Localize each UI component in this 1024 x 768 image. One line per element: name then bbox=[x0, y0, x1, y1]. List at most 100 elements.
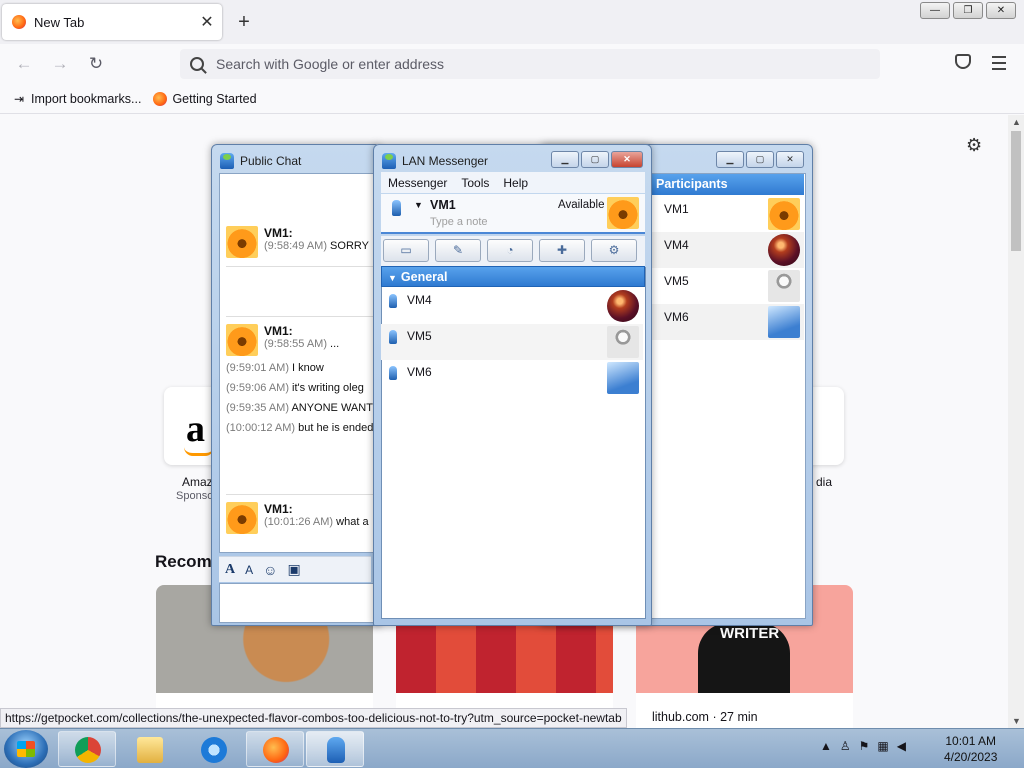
avatar bbox=[226, 324, 258, 356]
message-time: (9:59:06 AM) bbox=[226, 382, 289, 394]
gear-icon[interactable]: ⚙ bbox=[966, 135, 982, 156]
chat-history[interactable]: VM1: (9:58:49 AM) SORRY VM1: (9:58:55 AM… bbox=[219, 173, 382, 553]
chat-input[interactable] bbox=[219, 583, 382, 623]
add-contact-button-icon[interactable]: ✚ bbox=[539, 239, 585, 262]
new-tab-button[interactable]: + bbox=[232, 10, 256, 34]
back-button[interactable]: ← bbox=[12, 52, 36, 76]
tab-new-tab[interactable]: New Tab ✕ bbox=[2, 4, 222, 40]
avatar[interactable] bbox=[607, 197, 639, 229]
minimize-button[interactable]: ▁ bbox=[551, 151, 579, 168]
status-url: https://getpocket.com/collections/the-un… bbox=[0, 708, 627, 728]
volume-icon[interactable]: ◀ bbox=[897, 739, 906, 753]
message-time: (9:58:55 AM) bbox=[264, 338, 327, 350]
contact-item[interactable]: VM4 bbox=[381, 288, 643, 324]
bookmark-import[interactable]: ⇥ Import bookmarks... bbox=[12, 92, 141, 106]
contact-status-icon bbox=[389, 330, 397, 344]
restore-button[interactable]: ❐ bbox=[953, 2, 983, 19]
contact-item[interactable]: VM5 bbox=[381, 324, 643, 360]
menu-tools[interactable]: Tools bbox=[454, 176, 496, 190]
folder-icon bbox=[137, 737, 163, 763]
status-dropdown-icon[interactable]: ▼ bbox=[414, 200, 423, 210]
note-input[interactable]: Type a note bbox=[430, 216, 604, 231]
reload-button[interactable]: ↻ bbox=[84, 52, 108, 76]
taskbar-explorer[interactable] bbox=[120, 731, 178, 767]
lan-messenger-title: LAN Messenger bbox=[382, 153, 488, 169]
participant-item[interactable]: VM5 bbox=[652, 268, 804, 304]
user-status-icon[interactable] bbox=[392, 200, 401, 216]
system-tray: ▲ ♙ ⚑ ▦ ◀ bbox=[820, 739, 906, 753]
save-icon[interactable]: ▣ bbox=[287, 561, 300, 578]
lan-messenger-icon bbox=[382, 153, 396, 169]
message-text: ANYONE WANT bbox=[291, 402, 373, 414]
chat-message: VM1: (9:58:49 AM) SORRY bbox=[226, 226, 369, 258]
close-button[interactable]: ✕ bbox=[611, 151, 643, 168]
broadcast-button-icon[interactable]: ◔ bbox=[487, 239, 533, 262]
scroll-up-icon[interactable]: ▲ bbox=[1012, 117, 1021, 127]
chat-message: (10:00:12 AM) but he is ended bbox=[226, 422, 373, 434]
menu-messenger[interactable]: Messenger bbox=[381, 176, 454, 190]
show-hidden-icons[interactable]: ▲ bbox=[820, 739, 832, 753]
bookmark-getting-started[interactable]: Getting Started bbox=[153, 91, 257, 106]
forward-button[interactable]: → bbox=[48, 52, 72, 76]
firefox-icon bbox=[153, 91, 168, 106]
participant-name: VM4 bbox=[664, 238, 689, 252]
firefox-icon bbox=[12, 15, 26, 29]
user-panel: ▼ VM1 Available Type a note bbox=[381, 194, 645, 234]
font-color-icon[interactable]: A bbox=[245, 563, 253, 577]
message-time: (9:59:35 AM) bbox=[226, 402, 289, 414]
group-header[interactable]: ▼ General bbox=[381, 266, 645, 287]
file-button-icon[interactable]: ✎ bbox=[435, 239, 481, 262]
close-button[interactable]: ✕ bbox=[986, 2, 1016, 19]
bookmark-label: Getting Started bbox=[172, 91, 257, 106]
tab-title: New Tab bbox=[34, 14, 85, 30]
action-center-icon[interactable]: ⚑ bbox=[859, 739, 870, 753]
avatar bbox=[607, 362, 639, 394]
message-sender: VM1: bbox=[264, 502, 293, 516]
font-icon[interactable]: A bbox=[225, 562, 235, 578]
contact-status-icon bbox=[389, 366, 397, 380]
tab-close-button[interactable]: ✕ bbox=[196, 12, 218, 32]
close-button[interactable]: ✕ bbox=[776, 151, 804, 168]
contact-name: VM4 bbox=[407, 293, 432, 307]
taskbar-chrome[interactable] bbox=[58, 731, 116, 767]
start-button[interactable] bbox=[4, 730, 48, 768]
lan-messenger-tray-icon[interactable]: ♙ bbox=[840, 739, 851, 753]
taskbar-ie[interactable] bbox=[184, 731, 242, 767]
participant-item[interactable]: VM4 bbox=[652, 232, 804, 268]
firefox-icon bbox=[263, 737, 289, 763]
settings-button-icon[interactable]: ⚙ bbox=[591, 239, 637, 262]
address-bar[interactable]: Search with Google or enter address bbox=[180, 49, 880, 79]
scroll-down-icon[interactable]: ▼ bbox=[1012, 716, 1021, 726]
avatar bbox=[607, 290, 639, 322]
chat-button-icon[interactable]: ▭ bbox=[383, 239, 429, 262]
user-status[interactable]: Available bbox=[558, 199, 604, 211]
pocket-icon[interactable] bbox=[955, 54, 971, 69]
page-scrollbar[interactable]: ▲ ▼ bbox=[1008, 115, 1024, 728]
internet-explorer-icon bbox=[201, 737, 227, 763]
search-icon bbox=[190, 57, 204, 71]
bookmark-label: Import bookmarks... bbox=[31, 91, 142, 106]
contact-item[interactable]: VM6 bbox=[381, 360, 643, 396]
participant-name: VM1 bbox=[664, 202, 689, 216]
avatar bbox=[768, 234, 800, 266]
taskbar-firefox[interactable] bbox=[246, 731, 304, 767]
taskbar-lan-messenger[interactable] bbox=[306, 731, 364, 767]
chat-message: (9:59:01 AM) I know bbox=[226, 362, 324, 374]
minimize-button[interactable]: — bbox=[920, 2, 950, 19]
scroll-thumb[interactable] bbox=[1011, 131, 1021, 251]
hamburger-menu-icon[interactable] bbox=[992, 56, 1006, 74]
maximize-button[interactable]: ▢ bbox=[746, 151, 774, 168]
smiley-icon[interactable]: ☺ bbox=[263, 562, 277, 578]
minimize-button[interactable]: ▁ bbox=[716, 151, 744, 168]
maximize-button[interactable]: ▢ bbox=[581, 151, 609, 168]
network-icon[interactable]: ▦ bbox=[877, 739, 888, 753]
avatar bbox=[226, 502, 258, 534]
lan-messenger-icon bbox=[220, 153, 234, 169]
participant-item[interactable]: VM1 bbox=[652, 196, 804, 232]
participant-item[interactable]: VM6 bbox=[652, 304, 804, 340]
menu-help[interactable]: Help bbox=[496, 176, 535, 190]
message-time: (9:59:01 AM) bbox=[226, 362, 289, 374]
card-writer-text: WRITER bbox=[720, 625, 780, 642]
lan-messenger-icon bbox=[327, 737, 345, 763]
clock[interactable]: 10:01 AM 4/20/2023 bbox=[944, 733, 997, 765]
